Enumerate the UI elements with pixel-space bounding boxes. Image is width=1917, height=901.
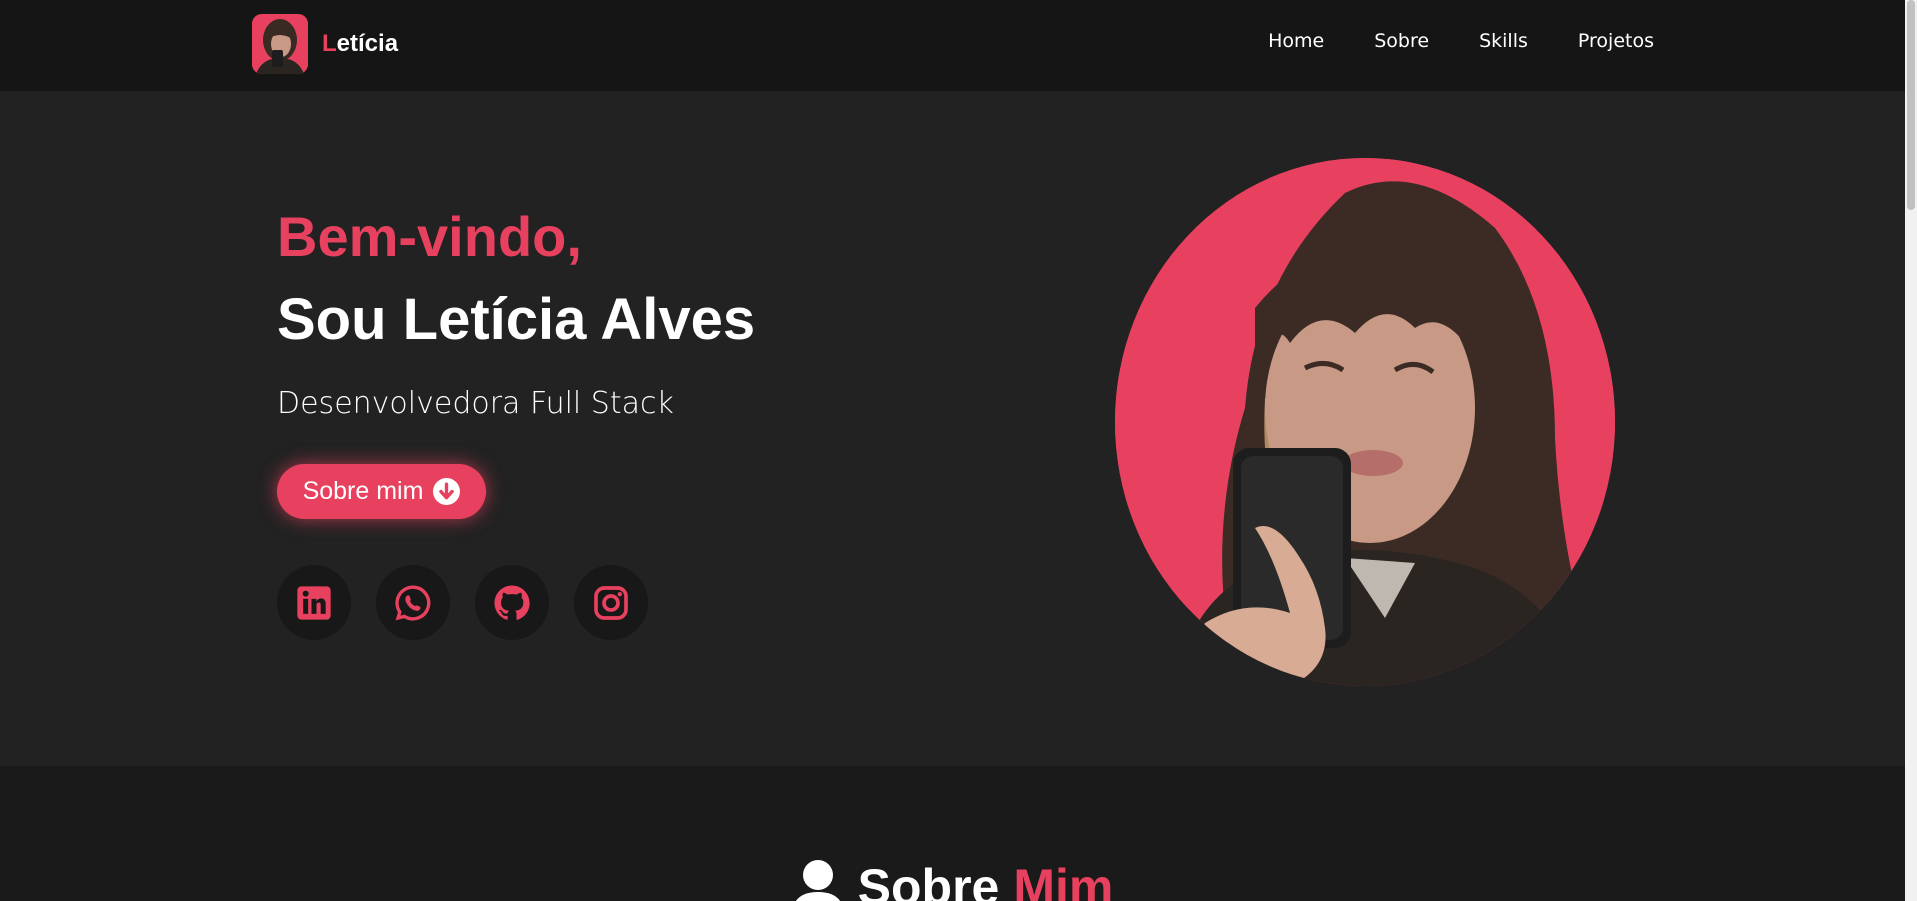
github-link[interactable]	[475, 565, 549, 640]
scrollbar-thumb[interactable]	[1907, 0, 1915, 210]
nav-link-skills[interactable]: Skills	[1479, 30, 1528, 52]
linkedin-icon	[297, 585, 331, 620]
about-title-part1: Sobre	[857, 859, 1000, 901]
portfolio-page: Letícia Home Sobre Skills Projetos Bem-v…	[0, 0, 1917, 901]
social-links	[277, 565, 648, 640]
brand-logo	[252, 14, 308, 74]
about-title-part2: Mim	[1013, 859, 1114, 901]
brand-name-initial: L	[322, 30, 337, 57]
user-icon	[792, 858, 844, 901]
linkedin-link[interactable]	[277, 565, 351, 640]
main-nav: Home Sobre Skills Projetos	[1268, 30, 1654, 52]
hero-section: Bem-vindo, Sou Letícia Alves Desenvolved…	[0, 91, 1905, 766]
whatsapp-icon	[395, 584, 431, 620]
page-scrollbar[interactable]	[1905, 0, 1917, 901]
hero-role: Desenvolvedora Full Stack	[277, 386, 674, 421]
github-icon	[494, 585, 530, 620]
arrow-circle-down-icon	[433, 478, 461, 505]
instagram-icon	[594, 585, 628, 620]
about-section: Sobre Mim	[0, 766, 1905, 901]
brand[interactable]: Letícia	[252, 14, 398, 74]
nav-link-home[interactable]: Home	[1268, 30, 1324, 52]
instagram-link[interactable]	[574, 565, 648, 640]
hero-greeting: Bem-vindo,	[277, 205, 582, 268]
nav-link-projetos[interactable]: Projetos	[1578, 30, 1654, 52]
hero-name: Sou Letícia Alves	[277, 287, 756, 352]
whatsapp-link[interactable]	[376, 565, 450, 640]
about-heading: Sobre Mim	[0, 858, 1905, 901]
brand-name: Letícia	[322, 30, 398, 58]
brand-name-rest: etícia	[336, 30, 399, 57]
navbar: Letícia Home Sobre Skills Projetos	[0, 0, 1905, 91]
about-me-button-label: Sobre mim	[302, 477, 424, 505]
about-me-button[interactable]: Sobre mim	[277, 464, 486, 519]
nav-link-sobre[interactable]: Sobre	[1374, 30, 1429, 52]
profile-photo	[1115, 158, 1615, 686]
